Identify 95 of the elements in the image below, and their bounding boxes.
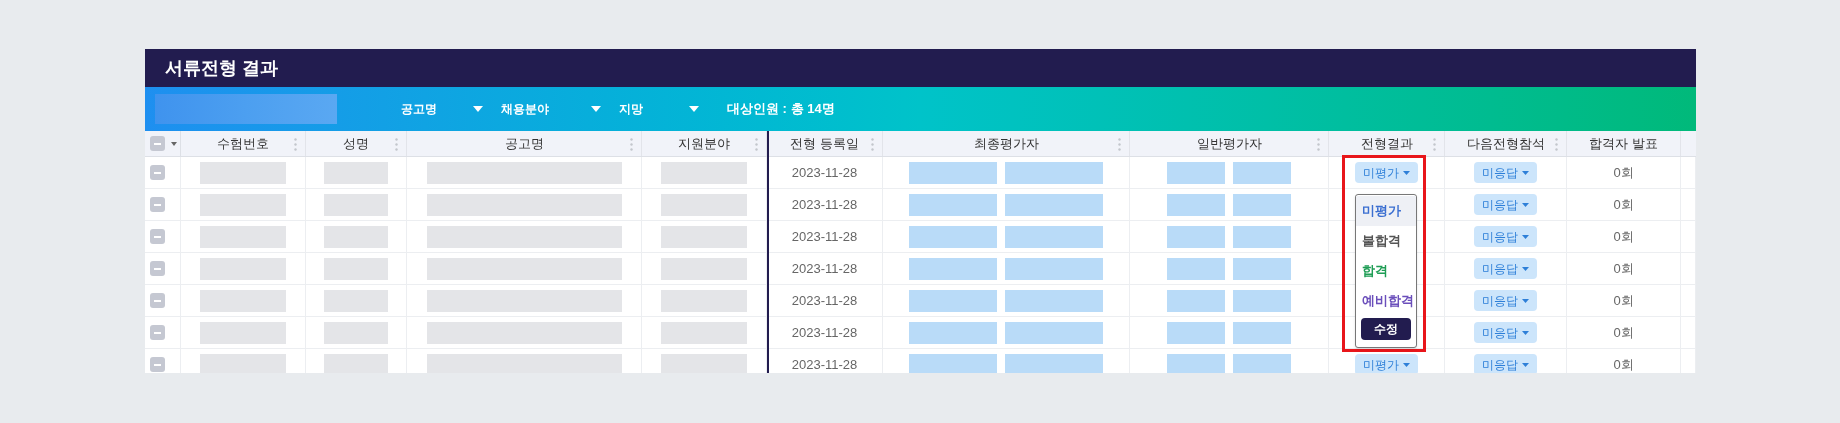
table-cell-text: 2023-11-28 <box>791 291 858 310</box>
caret-icon <box>1403 362 1410 367</box>
column-header: 합격자 발표 <box>1589 134 1658 153</box>
blurred-text <box>324 193 388 216</box>
column-header: 수험번호 <box>217 134 269 153</box>
filter-dropdown[interactable]: 지망 <box>619 96 717 122</box>
status-dropdown[interactable]: 미평가 <box>1355 354 1418 373</box>
collapse-icon[interactable] <box>150 357 165 372</box>
status-dropdown[interactable]: 미응답 <box>1474 322 1537 343</box>
filter-dropdown[interactable]: 공고명 <box>401 96 501 122</box>
column-menu-icon[interactable] <box>395 138 398 151</box>
filter-dropdown[interactable]: 채용분야 <box>501 96 619 122</box>
dropdown-option[interactable]: 불합격 <box>1356 226 1416 256</box>
table-cell-text: 0회 <box>1613 227 1634 246</box>
column-header: 전형 등록일 <box>790 134 859 153</box>
column-menu-icon[interactable] <box>755 138 758 151</box>
caret-icon <box>689 106 699 112</box>
table-cell-text: 0회 <box>1613 323 1634 342</box>
table-cell-text: 2023-11-28 <box>791 323 858 342</box>
blurred-text <box>1167 289 1225 312</box>
blurred-text <box>1167 193 1225 216</box>
blurred-text <box>1167 225 1225 248</box>
blurred-text <box>1233 353 1291 373</box>
caret-icon <box>1403 170 1410 175</box>
frozen-column-divider[interactable] <box>767 131 769 373</box>
blurred-text <box>1233 289 1291 312</box>
column-menu-icon[interactable] <box>630 138 633 151</box>
column-header: 성명 <box>343 134 369 153</box>
collapse-icon[interactable] <box>150 325 165 340</box>
blurred-text <box>324 353 388 373</box>
blurred-text <box>324 225 388 248</box>
caret-icon <box>591 106 601 112</box>
status-dropdown[interactable]: 미응답 <box>1474 354 1537 373</box>
column-menu-icon[interactable] <box>1118 138 1121 151</box>
table-cell-text: 0회 <box>1613 259 1634 278</box>
blurred-text <box>1233 321 1291 344</box>
caret-icon <box>1522 170 1529 175</box>
caret-icon <box>1522 330 1529 335</box>
collapse-icon[interactable] <box>150 136 165 151</box>
table-cell-text: 0회 <box>1613 355 1634 373</box>
page-title: 서류전형 결과 <box>165 56 278 80</box>
blurred-text <box>1233 225 1291 248</box>
blurred-text <box>1233 193 1291 216</box>
column-header: 최종평가자 <box>973 134 1039 153</box>
blurred-text <box>324 321 388 344</box>
caret-icon <box>1522 266 1529 271</box>
edit-button[interactable]: 수정 <box>1361 318 1411 340</box>
caret-icon[interactable] <box>171 141 177 146</box>
table-cell-text: 0회 <box>1613 291 1634 310</box>
table-cell-text: 2023-11-28 <box>791 163 858 182</box>
column-menu-icon[interactable] <box>1433 138 1436 151</box>
column-header: 다음전형참석 <box>1466 134 1545 153</box>
column-menu-icon[interactable] <box>1317 138 1320 151</box>
table-cell-text: 0회 <box>1613 195 1634 214</box>
dropdown-option[interactable]: 예비합격 <box>1356 286 1416 316</box>
column-menu-icon[interactable] <box>871 138 874 151</box>
collapse-icon[interactable] <box>150 229 165 244</box>
caret-icon <box>1522 298 1529 303</box>
collapse-icon[interactable] <box>150 197 165 212</box>
table-cell-text: 2023-11-28 <box>791 195 858 214</box>
table-cell-text: 0회 <box>1613 163 1634 182</box>
blurred-text <box>1233 161 1291 184</box>
table-cell-text: 2023-11-28 <box>791 355 858 373</box>
caret-icon <box>1522 202 1529 207</box>
column-menu-icon[interactable] <box>294 138 297 151</box>
blurred-text <box>1167 321 1225 344</box>
status-dropdown[interactable]: 미응답 <box>1474 194 1537 215</box>
caret-icon <box>1522 362 1529 367</box>
status-dropdown[interactable]: 미응답 <box>1474 258 1537 279</box>
column-header: 일반평가자 <box>1196 134 1262 153</box>
column-header: 지원분야 <box>678 134 730 153</box>
column-menu-icon[interactable] <box>1555 138 1558 151</box>
status-dropdown[interactable]: 미응답 <box>1474 290 1537 311</box>
collapse-icon[interactable] <box>150 293 165 308</box>
collapse-icon[interactable] <box>150 261 165 276</box>
blurred-text <box>1167 257 1225 280</box>
status-dropdown[interactable]: 미응답 <box>1474 162 1537 183</box>
status-dropdown[interactable]: 미응답 <box>1474 226 1537 247</box>
collapse-icon[interactable] <box>150 165 165 180</box>
blurred-text <box>1233 257 1291 280</box>
blurred-text <box>324 161 388 184</box>
blurred-text <box>324 289 388 312</box>
blurred-text <box>1167 353 1225 373</box>
caret-icon <box>473 106 483 112</box>
dropdown-option[interactable]: 미평가 <box>1356 196 1416 226</box>
blurred-text <box>1167 161 1225 184</box>
table-cell-text: 2023-11-28 <box>791 227 858 246</box>
column-header: 전형결과 <box>1360 134 1413 153</box>
table-cell-text: 2023-11-28 <box>791 259 858 278</box>
caret-icon <box>1522 234 1529 239</box>
dropdown-option[interactable]: 합격 <box>1356 256 1416 286</box>
blurred-text <box>324 257 388 280</box>
column-header: 공고명 <box>504 134 544 153</box>
status-dropdown[interactable]: 미평가 <box>1355 162 1418 183</box>
target-count: 대상인원 : 총 14명 <box>727 100 835 119</box>
